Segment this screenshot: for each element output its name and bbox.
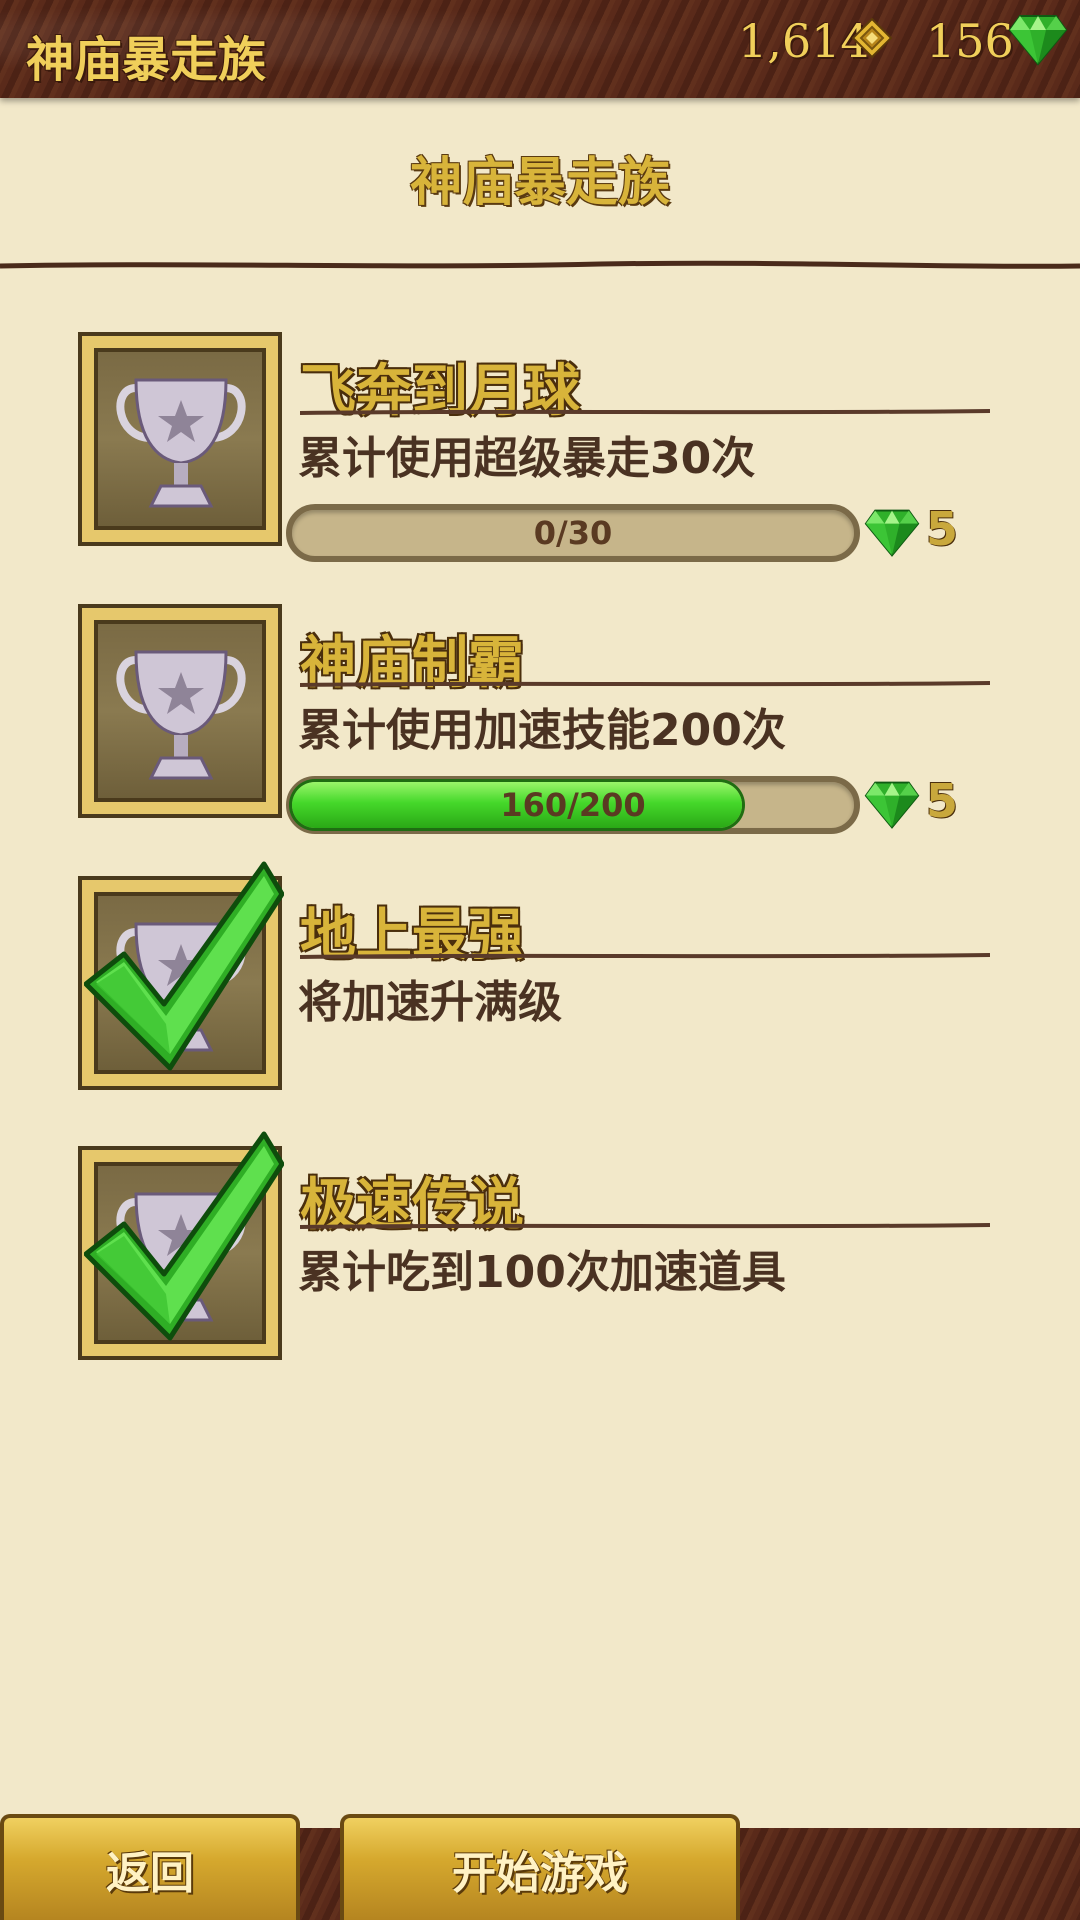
achievement-description: 累计使用加速技能200次	[298, 705, 786, 756]
back-button[interactable]: 返回	[0, 1814, 300, 1920]
achievement-item: 飞奔到月球 累计使用超级暴走30次 0/30 5	[0, 332, 1080, 562]
trophy-icon	[116, 378, 246, 508]
top-bar: 神庙暴走族 1,614 156	[0, 0, 1080, 98]
trophy-icon	[116, 650, 246, 780]
checkmark-icon	[84, 861, 284, 1071]
reward-amount: 5	[926, 502, 959, 556]
achievement-description: 累计使用超级暴走30次	[298, 433, 756, 484]
page-title: 神庙暴走族	[409, 153, 670, 213]
reward-amount: 5	[926, 774, 959, 828]
gold-diamond-coin-icon	[852, 18, 892, 58]
achievement-frame	[78, 604, 282, 818]
achievement-divider	[300, 409, 990, 415]
achievement-divider	[300, 953, 990, 959]
progress-bar: 160/200	[286, 776, 860, 834]
checkmark-icon	[84, 1131, 284, 1341]
green-gem-icon	[1008, 15, 1068, 66]
progress-text: 0/30	[533, 514, 613, 552]
header-divider	[0, 260, 1080, 269]
achievement-description: 将加速升满级	[298, 977, 562, 1028]
achievement-divider	[300, 681, 990, 687]
green-gem-icon	[864, 509, 920, 557]
gem-count: 156	[926, 14, 1014, 68]
achievement-item: 地上最强 将加速升满级	[0, 861, 1080, 1100]
achievement-description: 累计吃到100次加速道具	[298, 1247, 786, 1298]
progress-bar: 0/30	[286, 504, 860, 562]
green-gem-icon	[864, 781, 920, 829]
start-game-button[interactable]: 开始游戏	[340, 1814, 740, 1920]
app-title: 神庙暴走族	[26, 32, 267, 88]
achievement-frame	[78, 332, 282, 546]
coin-count: 1,614	[738, 14, 870, 68]
achievement-divider	[300, 1223, 990, 1229]
achievement-item: 极速传说 累计吃到100次加速道具	[0, 1131, 1080, 1370]
achievement-item: 神庙制霸 累计使用加速技能200次 160/200 5	[0, 604, 1080, 834]
progress-text: 160/200	[500, 786, 646, 824]
